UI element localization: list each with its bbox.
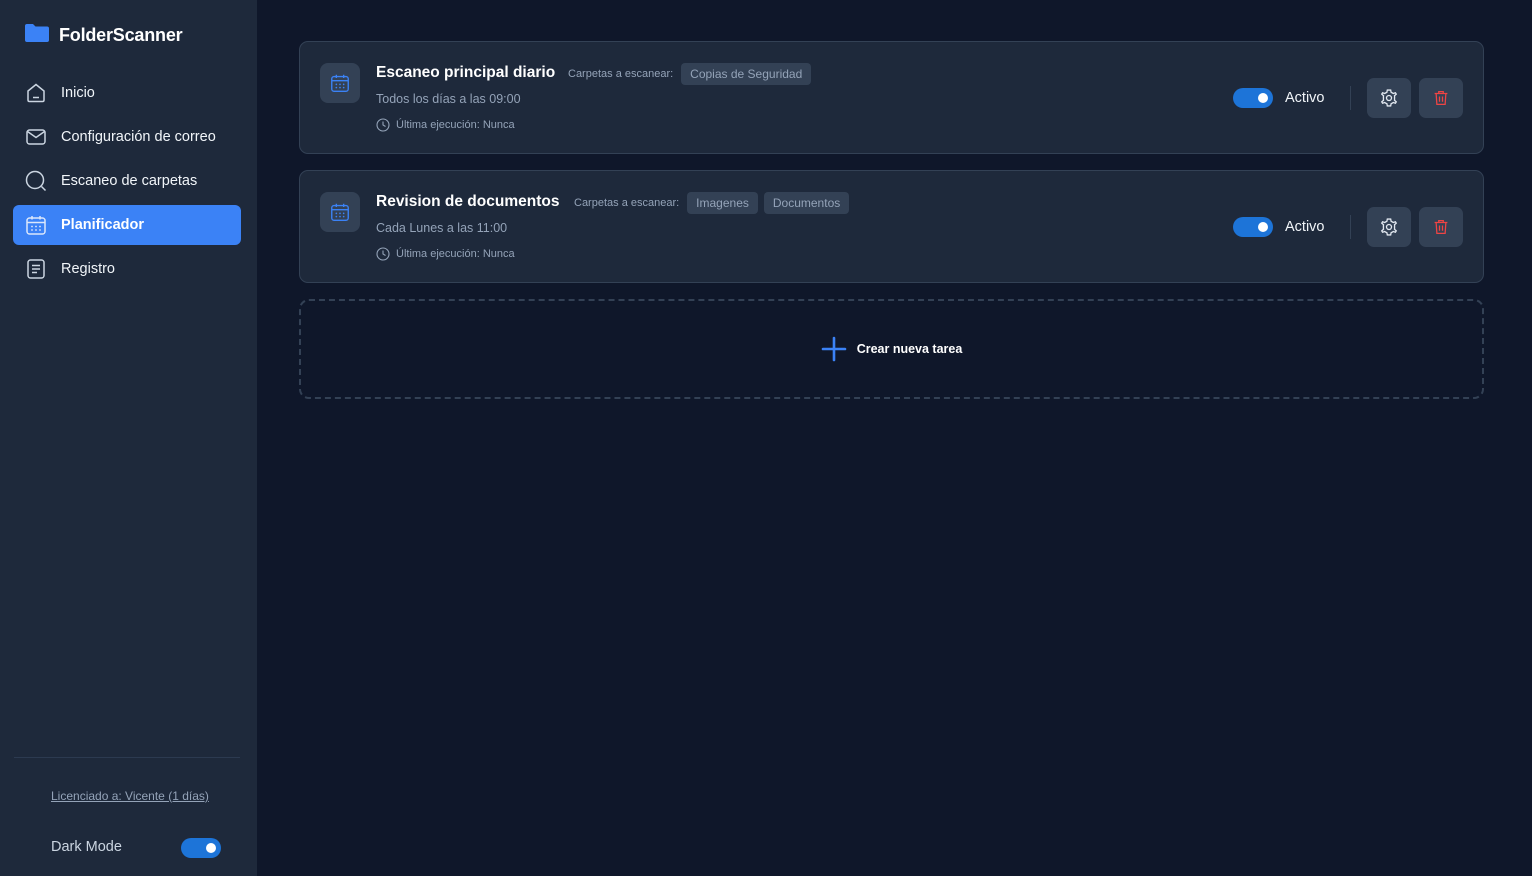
task-delete-button[interactable] <box>1419 78 1463 118</box>
task-folders: Carpetas a escanear: Imagenes Documentos <box>574 192 855 214</box>
create-task-label: Crear nueva tarea <box>856 342 963 356</box>
folder-tag: Copias de Seguridad <box>681 63 812 85</box>
home-icon <box>24 81 48 105</box>
task-icon <box>320 192 360 232</box>
sidebar: FolderScanner Inicio Configuración de co… <box>0 0 257 876</box>
task-schedule: Todos los días a las 09:00 <box>376 92 521 106</box>
last-run-text: Última ejecución: Nunca <box>396 248 515 260</box>
dark-mode-label: Dark Mode <box>51 839 122 855</box>
sidebar-nav: Inicio Configuración de correo Escaneo d… <box>13 73 241 293</box>
last-run-text: Última ejecución: Nunca <box>396 119 515 131</box>
plus-icon <box>821 336 847 362</box>
sidebar-item-configuracion-correo[interactable]: Configuración de correo <box>13 117 241 157</box>
task-settings-button[interactable] <box>1367 78 1411 118</box>
calendar-icon <box>331 74 349 92</box>
trash-icon <box>1434 90 1448 106</box>
toggle-knob <box>1258 222 1268 232</box>
actions-divider <box>1350 215 1351 239</box>
task-active-toggle[interactable] <box>1233 217 1273 237</box>
toggle-knob <box>206 843 216 853</box>
clock-icon <box>376 118 390 132</box>
folder-tag: Imagenes <box>687 192 758 214</box>
sidebar-item-planificador[interactable]: Planificador <box>13 205 241 245</box>
last-run: Última ejecución: Nunca <box>376 247 515 261</box>
mail-icon <box>24 125 48 149</box>
calendar-icon <box>331 203 349 221</box>
folder-tag: Documentos <box>763 192 850 214</box>
brand: FolderScanner <box>24 22 183 45</box>
calendar-icon <box>24 213 48 237</box>
main-content: Escaneo principal diario Carpetas a esca… <box>257 0 1532 876</box>
document-icon <box>24 257 48 281</box>
search-icon <box>24 169 48 193</box>
license-link[interactable]: Licenciado a: Vicente (1 días) <box>51 789 209 803</box>
task-icon <box>320 63 360 103</box>
sidebar-item-label: Configuración de correo <box>61 129 216 145</box>
task-title: Escaneo principal diario <box>376 64 556 81</box>
task-card: Escaneo principal diario Carpetas a esca… <box>299 41 1484 154</box>
folder-icon <box>24 23 50 43</box>
actions-divider <box>1350 86 1351 110</box>
sidebar-item-escaneo-carpetas[interactable]: Escaneo de carpetas <box>13 161 241 201</box>
sidebar-item-label: Escaneo de carpetas <box>61 173 198 189</box>
clock-icon <box>376 247 390 261</box>
task-active-toggle[interactable] <box>1233 88 1273 108</box>
gear-icon <box>1380 89 1398 107</box>
sidebar-item-label: Inicio <box>61 85 95 101</box>
task-title: Revision de documentos <box>376 193 560 210</box>
last-run: Última ejecución: Nunca <box>376 118 515 132</box>
sidebar-item-label: Registro <box>61 261 115 277</box>
trash-icon <box>1434 219 1448 235</box>
folders-label: Carpetas a escanear: <box>574 197 680 209</box>
task-card: Revision de documentos Carpetas a escane… <box>299 170 1484 283</box>
sidebar-item-inicio[interactable]: Inicio <box>13 73 241 113</box>
gear-icon <box>1380 218 1398 236</box>
sidebar-divider <box>14 757 240 758</box>
task-delete-button[interactable] <box>1419 207 1463 247</box>
task-status-label: Activo <box>1285 219 1325 235</box>
create-task-button[interactable]: Crear nueva tarea <box>299 299 1484 399</box>
dark-mode-toggle[interactable] <box>181 838 221 858</box>
folders-label: Carpetas a escanear: <box>568 68 674 80</box>
task-folders: Carpetas a escanear: Copias de Seguridad <box>568 63 817 85</box>
task-schedule: Cada Lunes a las 11:00 <box>376 221 508 235</box>
task-settings-button[interactable] <box>1367 207 1411 247</box>
app-title: FolderScanner <box>59 25 183 45</box>
sidebar-item-registro[interactable]: Registro <box>13 249 241 289</box>
sidebar-item-label: Planificador <box>61 217 144 233</box>
task-status-label: Activo <box>1285 90 1325 106</box>
toggle-knob <box>1258 93 1268 103</box>
